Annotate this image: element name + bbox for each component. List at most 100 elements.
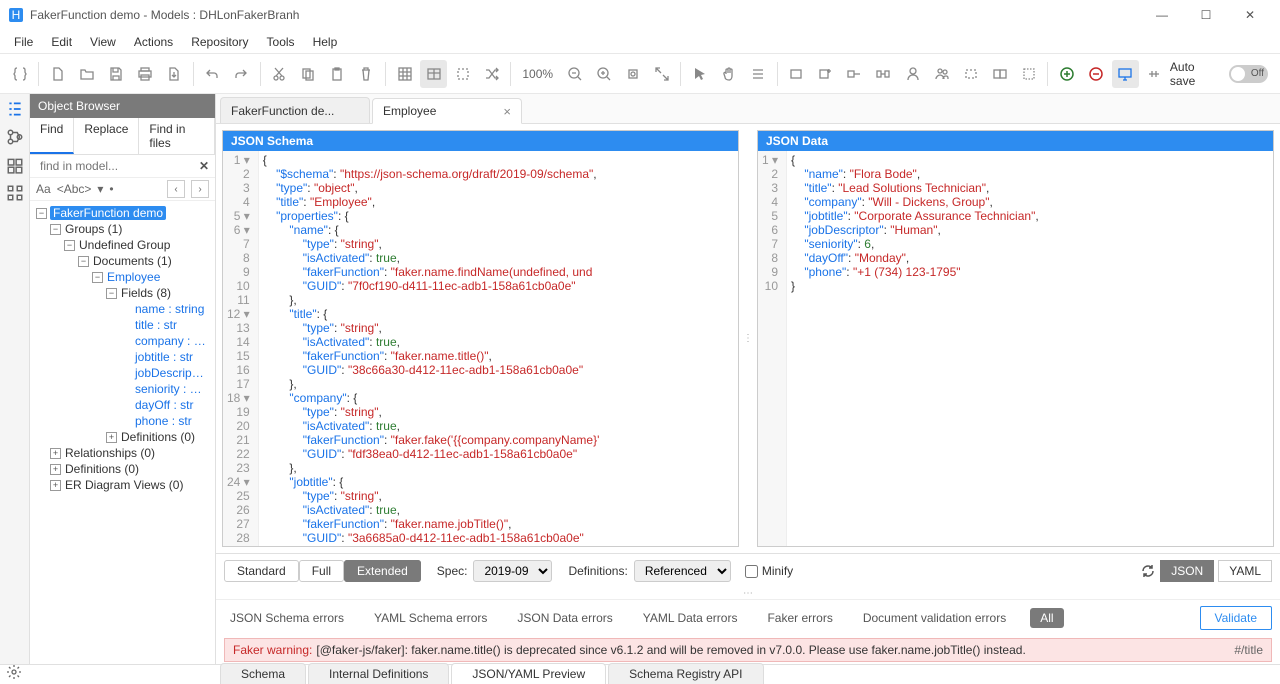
- user-icon[interactable]: [899, 60, 926, 88]
- word-toggle[interactable]: <Abc>: [57, 182, 92, 196]
- tree-groups[interactable]: Groups (1): [64, 222, 123, 236]
- dotted-toggle[interactable]: •: [109, 182, 113, 196]
- yaml-format-button[interactable]: YAML: [1218, 560, 1272, 582]
- settings-icon[interactable]: [6, 664, 22, 680]
- menu-actions[interactable]: Actions: [126, 33, 181, 51]
- json-format-button[interactable]: JSON: [1160, 560, 1214, 582]
- errtab-yaml-data-errors[interactable]: YAML Data errors: [637, 608, 744, 628]
- tree-employee[interactable]: Employee: [106, 270, 161, 284]
- clear-search-icon[interactable]: ✕: [199, 159, 209, 173]
- rect-dash-icon[interactable]: [957, 60, 984, 88]
- rect-tool-icon[interactable]: [783, 60, 810, 88]
- link-icon[interactable]: [870, 60, 897, 88]
- errtab-all[interactable]: All: [1030, 608, 1063, 628]
- autosave-toggle[interactable]: Off: [1229, 65, 1268, 83]
- table-icon[interactable]: [420, 60, 447, 88]
- slider-icon[interactable]: [1141, 60, 1168, 88]
- subtab-replace[interactable]: Replace: [74, 118, 139, 154]
- minimize-button[interactable]: —: [1140, 0, 1184, 30]
- open-folder-icon[interactable]: [73, 60, 100, 88]
- tree-field-seniority[interactable]: seniority : …: [134, 382, 203, 396]
- footertab-internal-definitions[interactable]: Internal Definitions: [308, 663, 449, 684]
- paste-icon[interactable]: [324, 60, 351, 88]
- tree-root[interactable]: FakerFunction demo: [50, 206, 166, 220]
- print-icon[interactable]: [131, 60, 158, 88]
- tree-field-title[interactable]: title : str: [134, 318, 178, 332]
- errtab-yaml-schema-errors[interactable]: YAML Schema errors: [368, 608, 493, 628]
- refresh-icon[interactable]: [1140, 563, 1156, 579]
- close-button[interactable]: ✕: [1228, 0, 1272, 30]
- editor-splitter[interactable]: ⋮: [745, 130, 751, 547]
- undo-icon[interactable]: [199, 60, 226, 88]
- maximize-button[interactable]: ☐: [1184, 0, 1228, 30]
- grid-small-icon[interactable]: [6, 184, 24, 202]
- tree-relationships[interactable]: Relationships (0): [64, 446, 156, 460]
- spec-select[interactable]: 2019-09: [473, 560, 552, 582]
- monitor-icon[interactable]: [1112, 60, 1139, 88]
- regex-toggle[interactable]: ▾: [97, 182, 103, 196]
- view-extended-button[interactable]: Extended: [344, 560, 421, 582]
- copy-icon[interactable]: [295, 60, 322, 88]
- case-toggle[interactable]: Aa: [36, 182, 51, 196]
- double-rect-icon[interactable]: [986, 60, 1013, 88]
- new-file-icon[interactable]: [44, 60, 71, 88]
- pointer-icon[interactable]: [686, 60, 713, 88]
- circle-plus-icon[interactable]: [1053, 60, 1080, 88]
- fit-icon[interactable]: [619, 60, 646, 88]
- next-result-button[interactable]: ›: [191, 180, 209, 198]
- save-icon[interactable]: [102, 60, 129, 88]
- menu-edit[interactable]: Edit: [43, 33, 80, 51]
- menu-file[interactable]: File: [6, 33, 41, 51]
- menu-help[interactable]: Help: [305, 33, 346, 51]
- footertab-schema[interactable]: Schema: [220, 663, 306, 684]
- menu-tools[interactable]: Tools: [259, 33, 303, 51]
- shuffle-icon[interactable]: [478, 60, 505, 88]
- redo-icon[interactable]: [228, 60, 255, 88]
- list-view-icon[interactable]: [6, 100, 24, 118]
- doctab[interactable]: Employee×: [372, 98, 522, 124]
- tree-documents[interactable]: Documents (1): [92, 254, 173, 268]
- tree-field-dayoff[interactable]: dayOff : str: [134, 398, 194, 412]
- footertab-json-yaml-preview[interactable]: JSON/YAML Preview: [451, 663, 606, 684]
- circle-minus-icon[interactable]: [1083, 60, 1110, 88]
- delete-icon[interactable]: [353, 60, 380, 88]
- tree-field-name[interactable]: name : string: [134, 302, 205, 316]
- rect-line-icon[interactable]: [841, 60, 868, 88]
- zoom-out-icon[interactable]: [561, 60, 588, 88]
- branch-icon[interactable]: [6, 128, 24, 146]
- tree-field-jobtitle[interactable]: jobtitle : str: [134, 350, 194, 364]
- validate-button[interactable]: Validate: [1200, 606, 1272, 630]
- align-icon[interactable]: [745, 60, 772, 88]
- tree-field-phone[interactable]: phone : str: [134, 414, 193, 428]
- close-tab-icon[interactable]: ×: [503, 104, 511, 119]
- grid-icon[interactable]: [391, 60, 418, 88]
- rect-plus-icon[interactable]: [812, 60, 839, 88]
- tree-root-definitions[interactable]: Definitions (0): [64, 462, 140, 476]
- definitions-select[interactable]: Referenced: [634, 560, 731, 582]
- tree-fields[interactable]: Fields (8): [120, 286, 172, 300]
- braces-icon[interactable]: [6, 60, 33, 88]
- menu-view[interactable]: View: [82, 33, 124, 51]
- errtab-json-schema-errors[interactable]: JSON Schema errors: [224, 608, 350, 628]
- expand-icon[interactable]: [648, 60, 675, 88]
- subtab-find[interactable]: Find: [30, 118, 74, 154]
- layers-icon[interactable]: [6, 156, 24, 174]
- zoom-in-icon[interactable]: [590, 60, 617, 88]
- tree-undefined-group[interactable]: Undefined Group: [78, 238, 171, 252]
- minify-checkbox[interactable]: Minify: [745, 564, 793, 578]
- prev-result-button[interactable]: ‹: [167, 180, 185, 198]
- errtab-faker-errors[interactable]: Faker errors: [761, 608, 838, 628]
- view-full-button[interactable]: Full: [299, 560, 344, 582]
- hand-icon[interactable]: [715, 60, 742, 88]
- tree-er-views[interactable]: ER Diagram Views (0): [64, 478, 184, 492]
- model-tree[interactable]: −FakerFunction demo −Groups (1) −Undefin…: [30, 201, 215, 664]
- subtab-find-in-files[interactable]: Find in files: [139, 118, 215, 154]
- export-icon[interactable]: [160, 60, 187, 88]
- json-data-code[interactable]: 1 ▾2345678910{ "name": "Flora Bode", "ti…: [758, 151, 1273, 546]
- select-area-icon[interactable]: [449, 60, 476, 88]
- cut-icon[interactable]: [266, 60, 293, 88]
- errtab-document-validation-errors[interactable]: Document validation errors: [857, 608, 1012, 628]
- footertab-schema-registry-api[interactable]: Schema Registry API: [608, 663, 763, 684]
- tree-definitions[interactable]: Definitions (0): [120, 430, 196, 444]
- tree-field-jobdesc[interactable]: jobDescrip…: [134, 366, 205, 380]
